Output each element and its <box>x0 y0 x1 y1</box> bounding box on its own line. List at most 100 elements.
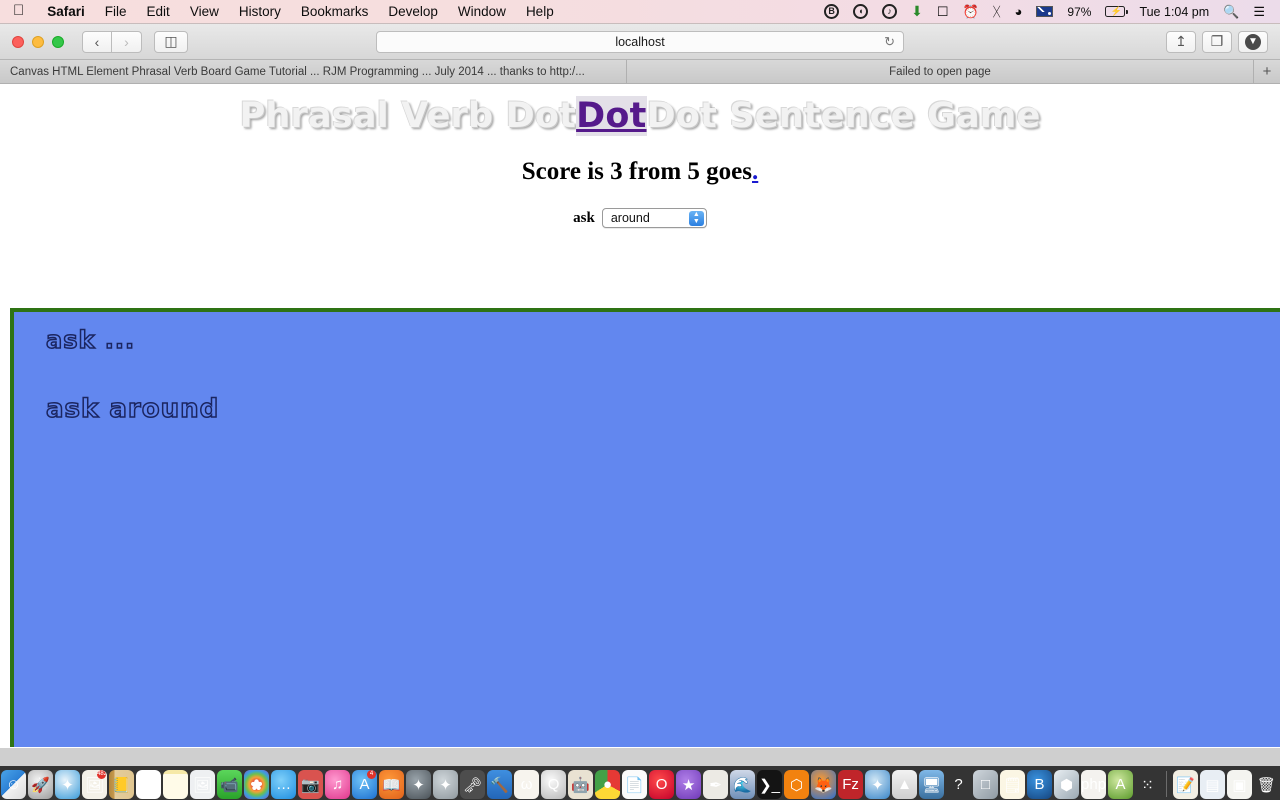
particle-select-value: around <box>610 211 650 225</box>
forward-button[interactable]: › <box>112 30 142 53</box>
battery-icon[interactable]: ⚡ <box>1098 0 1132 24</box>
airplay-icon[interactable]: ☐ <box>930 0 956 24</box>
dock-item-virtualbox-box[interactable]: □ <box>973 770 999 799</box>
window-bottom-edge <box>0 748 1280 766</box>
dock-item-automator[interactable]: 🤖 <box>568 770 594 799</box>
dock-item-safari-tp[interactable]: ✦ <box>406 770 432 799</box>
dock-item-vlc[interactable]: ▲ <box>892 770 918 799</box>
dot-link[interactable]: Dot <box>576 96 647 136</box>
dock-item-chrome[interactable]: ● <box>595 770 621 799</box>
safari-window: ‹ › ◫ localhost ↻ ↥ ❐ ▼ Canvas HTML Elem… <box>0 24 1280 748</box>
new-tab-button[interactable]: + <box>1254 60 1280 83</box>
dock-item-desktop-stack[interactable]: ▣ <box>1226 770 1252 799</box>
dock-item-downloads-stack[interactable]: ▤ <box>1199 770 1225 799</box>
dock-item-imovie[interactable]: ★ <box>676 770 702 799</box>
dock-item-itunes[interactable]: ♫ <box>325 770 351 799</box>
back-button[interactable]: ‹ <box>82 30 112 53</box>
menubar-clock[interactable]: Tue 1:04 pm <box>1132 0 1216 24</box>
bittorrent-icon[interactable]: B <box>817 0 846 24</box>
zoom-button[interactable] <box>52 35 64 48</box>
dock-item-safari-dev[interactable]: ✦ <box>865 770 891 799</box>
flag-australia-icon[interactable] <box>1029 0 1060 24</box>
dock-item-photos[interactable]: ✿ <box>244 770 270 799</box>
dock-item-remote-desktop[interactable]: 🖥 <box>919 770 945 799</box>
menu-item-bookmarks[interactable]: Bookmarks <box>291 4 379 19</box>
chevron-updown-icon[interactable]: ▲ ▼ <box>688 210 704 226</box>
canvas-line-1: ask ... <box>45 325 136 355</box>
dock-item-calendar[interactable]: 1 <box>136 770 162 799</box>
dock-item-firefox[interactable]: 🦊 <box>811 770 837 799</box>
close-button[interactable] <box>12 35 24 48</box>
sidebar-icon[interactable]: ◫ <box>154 30 188 53</box>
volume-icon[interactable]: ♪ <box>875 0 904 24</box>
notification-center-icon[interactable]: ☰ <box>1246 0 1272 24</box>
window-traffic-lights <box>12 35 64 48</box>
dock-item-safari[interactable]: ✦ <box>55 770 81 799</box>
tab-phrasal-verb-tutorial[interactable]: Canvas HTML Element Phrasal Verb Board G… <box>0 60 627 83</box>
menu-item-view[interactable]: View <box>180 4 229 19</box>
dock-item-quicktime[interactable]: Q <box>541 770 567 799</box>
dock-item-facetime[interactable]: 📹 <box>217 770 243 799</box>
dock-item-android-studio[interactable]: A <box>1108 770 1134 799</box>
dock-item-stickies[interactable]: 🗒 <box>1000 770 1026 799</box>
dock-item-iphoto[interactable]: 📷 <box>298 770 324 799</box>
address-bar-text: localhost <box>615 34 665 49</box>
minimize-button[interactable] <box>32 35 44 48</box>
dock-item-documents-stack[interactable]: 📝 <box>1172 770 1198 799</box>
verb-select-row: ask around ▲ ▼ <box>0 208 1280 228</box>
tab-title: Failed to open page <box>889 65 991 78</box>
wifi-icon[interactable]: ◕ <box>1008 0 1030 24</box>
dock-item-help[interactable]: ? <box>946 770 971 799</box>
bluetooth-icon[interactable]: ᚷ <box>986 0 1008 24</box>
game-canvas[interactable]: ask ... ask around <box>10 308 1280 747</box>
dock-item-php-storm[interactable]: php <box>1081 770 1107 799</box>
dock-item-messages[interactable]: … <box>271 770 297 799</box>
dock-item-app-store[interactable]: A4 <box>352 770 378 799</box>
dock-item-xcode[interactable]: 🔨 <box>487 770 513 799</box>
dock-item-keychain[interactable]: 🗝 <box>460 770 486 799</box>
menu-item-history[interactable]: History <box>229 4 291 19</box>
dock-item-graphic-tool[interactable]: ✒ <box>703 770 729 799</box>
dock-badge: 4820 <box>97 770 108 779</box>
navigation-buttons: ‹ › <box>82 30 142 53</box>
menu-item-edit[interactable]: Edit <box>137 4 180 19</box>
reload-icon[interactable]: ↻ <box>884 34 895 50</box>
dock-item-avast[interactable]: ⬡ <box>784 770 810 799</box>
share-icon[interactable]: ↥ <box>1166 30 1196 53</box>
spotlight-search-icon[interactable]: 🔍 <box>1216 0 1246 24</box>
address-bar[interactable]: localhost ↻ <box>376 30 904 53</box>
macos-dock: ☺🚀✦🖼4820📒1🖼📹✿…📷♫A4📖✦✦🗝🔨ωQ🤖●📄O★✒🌊❯_⬡🦊Fz✦▲… <box>0 766 1280 800</box>
score-period-link[interactable]: . <box>752 158 758 185</box>
dock-item-finder[interactable]: ☺ <box>1 770 27 799</box>
tab-failed-to-open-page[interactable]: Failed to open page <box>627 60 1254 83</box>
tabs-overview-icon[interactable]: ❐ <box>1202 30 1232 53</box>
dock-item-textedit[interactable]: 📄 <box>622 770 648 799</box>
dock-item-notes[interactable] <box>163 770 189 799</box>
timemachine-icon[interactable]: ⏰ <box>956 0 986 24</box>
dock-item-opera[interactable]: O <box>649 770 675 799</box>
dock-item-photos-old[interactable]: 🖼4820 <box>82 770 108 799</box>
dock-item-preview[interactable]: 🖼 <box>190 770 216 799</box>
dock-item-virtualbox[interactable]: ⬢ <box>1054 770 1080 799</box>
download-icon[interactable]: ⬇ <box>904 0 930 24</box>
downloads-icon[interactable]: ▼ <box>1238 30 1268 53</box>
dock-item-filezilla[interactable]: Fz <box>838 770 864 799</box>
dock-item-trash[interactable]: 🗑 <box>1254 770 1279 799</box>
menu-item-help[interactable]: Help <box>516 4 564 19</box>
dock-item-color-balls[interactable]: ⁙ <box>1135 770 1160 799</box>
dock-item-wolfram[interactable]: ω <box>514 770 540 799</box>
dock-item-safari-tp2[interactable]: ✦ <box>433 770 459 799</box>
menu-item-file[interactable]: File <box>95 4 137 19</box>
particle-select[interactable]: around ▲ ▼ <box>601 208 707 228</box>
apple-logo-icon[interactable]:  <box>0 3 37 18</box>
dock-item-contacts[interactable]: 📒 <box>109 770 135 799</box>
menu-item-safari[interactable]: Safari <box>37 4 95 19</box>
menu-item-window[interactable]: Window <box>448 4 516 19</box>
spiral-icon[interactable]: ◖ <box>846 0 875 24</box>
dock-item-seashore[interactable]: 🌊 <box>730 770 756 799</box>
dock-item-launchpad[interactable]: 🚀 <box>28 770 54 799</box>
dock-item-bootstrap[interactable]: B <box>1027 770 1053 799</box>
dock-item-ibooks[interactable]: 📖 <box>379 770 405 799</box>
dock-item-terminal[interactable]: ❯_ <box>757 770 783 799</box>
menu-item-develop[interactable]: Develop <box>378 4 448 19</box>
